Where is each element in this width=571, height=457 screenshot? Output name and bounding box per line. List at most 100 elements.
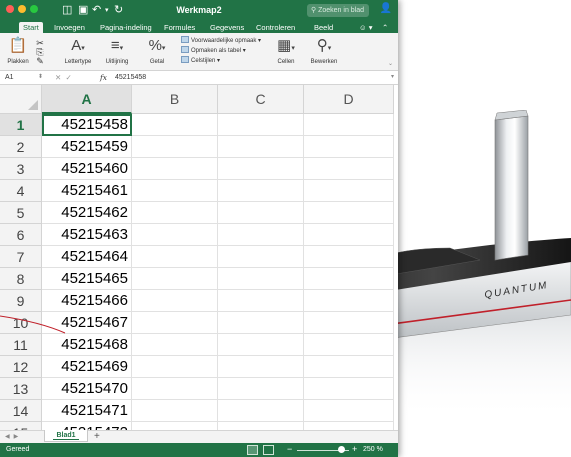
cell-empty[interactable]	[218, 378, 304, 400]
select-all-corner[interactable]	[0, 85, 42, 114]
cell-a[interactable]: 45215462	[42, 202, 132, 224]
cell-empty[interactable]	[304, 268, 394, 290]
row-header[interactable]: 3	[0, 158, 42, 180]
cell-a[interactable]: 45215470	[42, 378, 132, 400]
cell-empty[interactable]	[132, 158, 218, 180]
row-header[interactable]: 12	[0, 356, 42, 378]
name-box-dropdown-icon[interactable]: ⬍	[38, 73, 43, 80]
row-header[interactable]: 8	[0, 268, 42, 290]
tab-controleren[interactable]: Controleren	[252, 22, 299, 33]
cell-empty[interactable]	[218, 334, 304, 356]
zoom-in-button[interactable]: +	[352, 444, 357, 454]
cell-empty[interactable]	[304, 114, 394, 136]
row-header[interactable]: 5	[0, 202, 42, 224]
cell-a[interactable]: 45215460	[42, 158, 132, 180]
row-header[interactable]: 11	[0, 334, 42, 356]
cell-empty[interactable]	[218, 158, 304, 180]
cell-empty[interactable]	[132, 290, 218, 312]
cell-empty[interactable]	[132, 202, 218, 224]
zoom-slider-knob[interactable]	[338, 446, 345, 453]
cell-a[interactable]: 45215468	[42, 334, 132, 356]
cell-empty[interactable]	[304, 312, 394, 334]
cell-a[interactable]: 45215464	[42, 246, 132, 268]
font-group[interactable]: A▾ Lettertype	[58, 36, 98, 65]
cell-empty[interactable]	[218, 268, 304, 290]
cell-empty[interactable]	[304, 378, 394, 400]
cell-empty[interactable]	[218, 136, 304, 158]
cell-empty[interactable]	[304, 334, 394, 356]
cell-empty[interactable]	[132, 334, 218, 356]
name-box[interactable]: A1	[5, 74, 14, 81]
cell-empty[interactable]	[304, 136, 394, 158]
cell-empty[interactable]	[304, 246, 394, 268]
cell-empty[interactable]	[304, 356, 394, 378]
sheet-search-input[interactable]: ⚲ Zoeken in blad	[307, 4, 369, 17]
row-header[interactable]: 1	[0, 114, 42, 136]
cell-empty[interactable]	[218, 114, 304, 136]
cell-a[interactable]: 45215458	[42, 114, 132, 136]
cell-empty[interactable]	[132, 180, 218, 202]
cell-empty[interactable]	[132, 224, 218, 246]
zoom-level[interactable]: 250 %	[363, 446, 383, 453]
cell-styles-button[interactable]: Celstijlen ▾	[181, 56, 261, 66]
cell-empty[interactable]	[132, 136, 218, 158]
row-header[interactable]: 9	[0, 290, 42, 312]
row-header[interactable]: 7	[0, 246, 42, 268]
tab-gegevens[interactable]: Gegevens	[206, 22, 248, 33]
cell-empty[interactable]	[304, 180, 394, 202]
normal-view-button[interactable]	[247, 445, 258, 455]
cell-a[interactable]: 45215465	[42, 268, 132, 290]
cell-empty[interactable]	[304, 224, 394, 246]
cell-empty[interactable]	[132, 268, 218, 290]
column-header-a[interactable]: A	[42, 85, 132, 114]
column-header-c[interactable]: C	[218, 85, 304, 114]
cell-a[interactable]: 45215461	[42, 180, 132, 202]
format-painter-icon[interactable]: ✎	[33, 57, 47, 66]
ribbon-expand-icon[interactable]: ⌄	[388, 60, 393, 67]
cell-empty[interactable]	[218, 246, 304, 268]
sheet-nav-arrows[interactable]: ◀▶	[5, 433, 22, 440]
cell-empty[interactable]	[304, 400, 394, 422]
function-icon[interactable]: fx	[100, 73, 107, 82]
cancel-confirm-icons[interactable]: ✕ ✓	[55, 73, 72, 82]
cell-empty[interactable]	[218, 180, 304, 202]
cell-empty[interactable]	[132, 246, 218, 268]
editing-group[interactable]: ⚲▾ Bewerken	[304, 36, 344, 65]
tab-invoegen[interactable]: Invoegen	[50, 22, 89, 33]
collapse-ribbon-icon[interactable]: ⌃	[378, 22, 392, 33]
cell-empty[interactable]	[132, 356, 218, 378]
worksheet-grid[interactable]: A B C D 1 45215458 2 45215459 3 45215460 4 45215461…	[0, 85, 398, 430]
zoom-out-button[interactable]: −	[287, 444, 292, 454]
cell-empty[interactable]	[304, 422, 394, 430]
cell-empty[interactable]	[132, 114, 218, 136]
cell-empty[interactable]	[218, 290, 304, 312]
cell-empty[interactable]	[304, 290, 394, 312]
number-group[interactable]: %▾ Getal	[140, 36, 174, 65]
row-header[interactable]: 15	[0, 422, 42, 430]
tab-pagina-indeling[interactable]: Pagina-indeling	[96, 22, 156, 33]
cell-empty[interactable]	[132, 422, 218, 430]
format-as-table-button[interactable]: Opmaken als tabel ▾	[181, 46, 261, 56]
share-user-icon[interactable]: 👤	[380, 3, 392, 14]
row-header[interactable]: 2	[0, 136, 42, 158]
cell-a[interactable]: 45215467	[42, 312, 132, 334]
cell-empty[interactable]	[304, 202, 394, 224]
cell-empty[interactable]	[132, 378, 218, 400]
cell-empty[interactable]	[304, 158, 394, 180]
cell-empty[interactable]	[218, 202, 304, 224]
cell-empty[interactable]	[218, 400, 304, 422]
cell-empty[interactable]	[132, 400, 218, 422]
cell-empty[interactable]	[218, 224, 304, 246]
cell-a[interactable]: 45215469	[42, 356, 132, 378]
alignment-group[interactable]: ≡▾ Uitlijning	[98, 36, 136, 65]
add-sheet-button[interactable]: +	[94, 431, 100, 442]
row-header[interactable]: 13	[0, 378, 42, 400]
row-header[interactable]: 10	[0, 312, 42, 334]
tab-formules[interactable]: Formules	[160, 22, 199, 33]
tab-beeld[interactable]: Beeld	[310, 22, 337, 33]
cell-empty[interactable]	[218, 356, 304, 378]
paste-group[interactable]: 📋 Plakken	[4, 36, 32, 65]
column-header-d[interactable]: D	[304, 85, 394, 114]
formula-input[interactable]: 45215458	[115, 74, 146, 81]
page-layout-view-button[interactable]	[263, 445, 274, 455]
